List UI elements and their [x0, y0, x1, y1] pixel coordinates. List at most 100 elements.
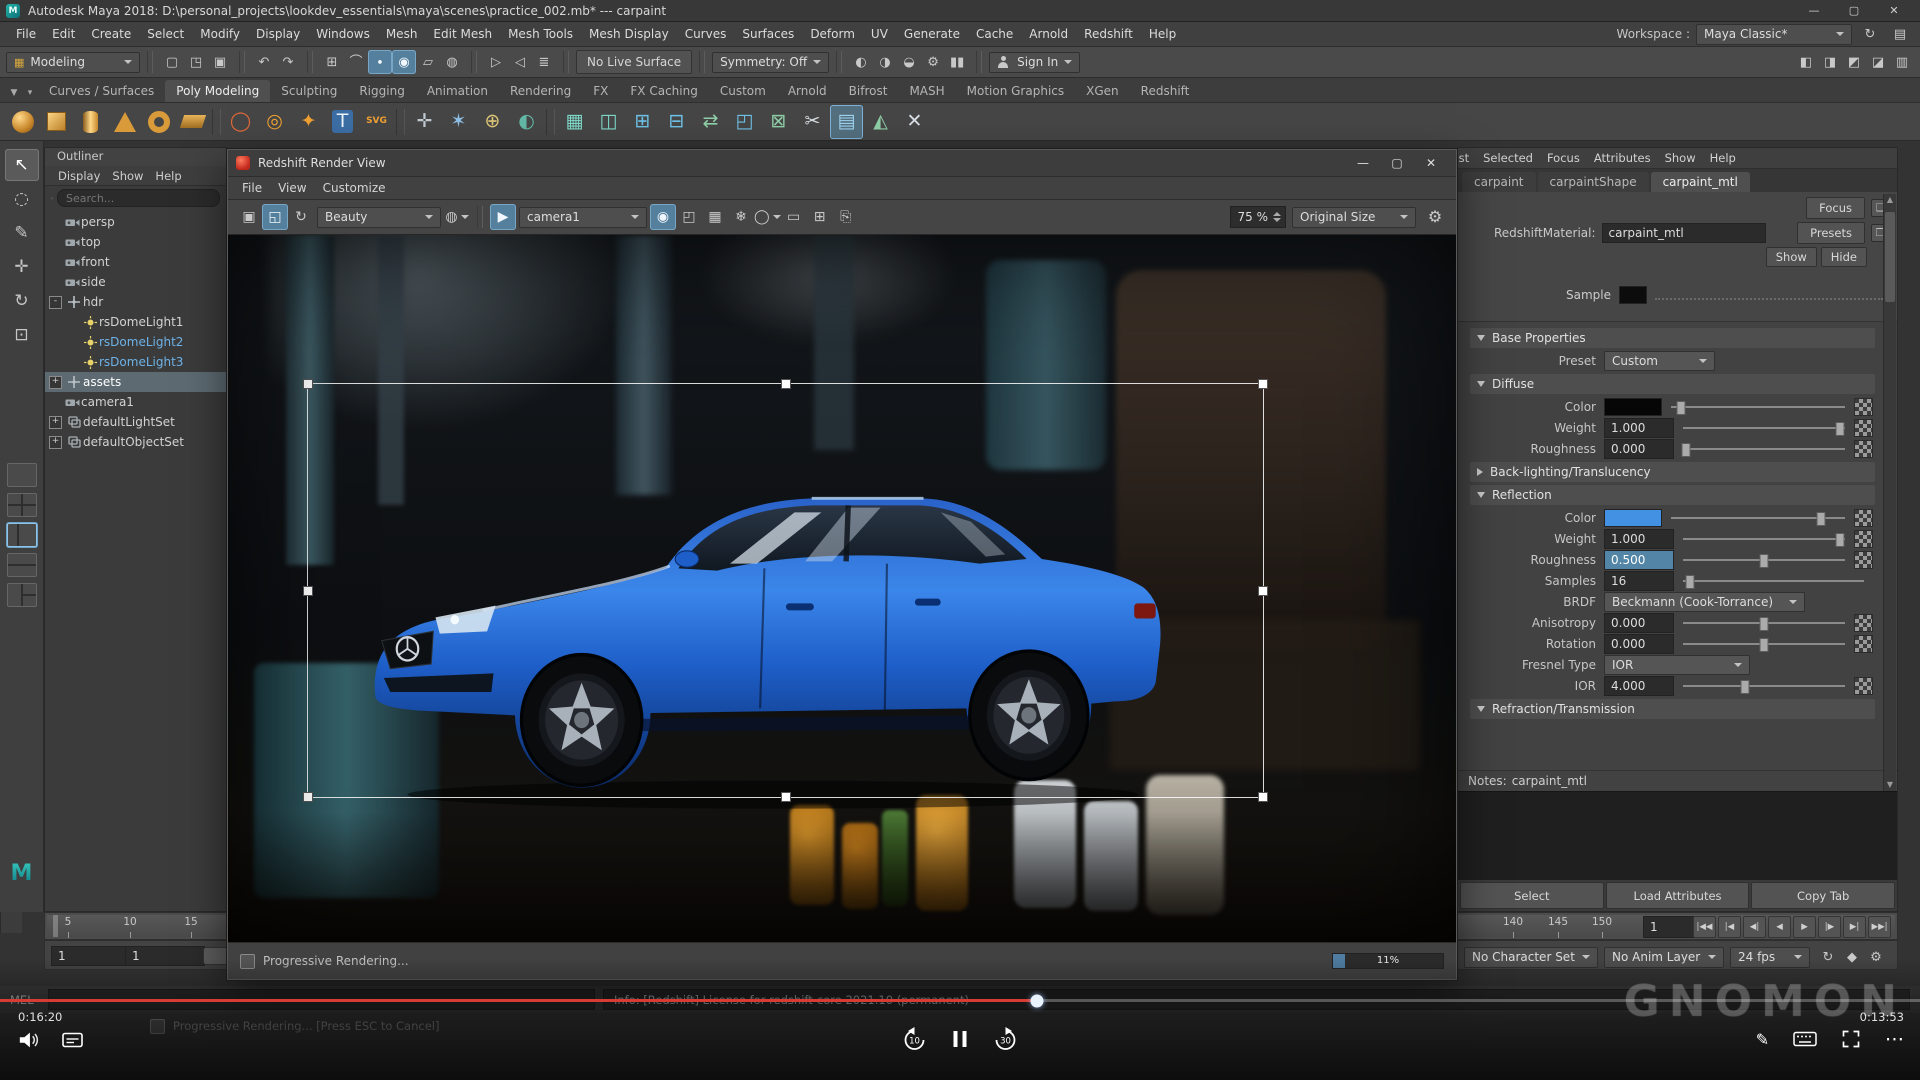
menu-modify[interactable]: Modify — [192, 24, 248, 44]
shelf-icon-sweep-mesh[interactable]: ◐ — [510, 105, 543, 139]
render-region-icon[interactable]: ◰ — [676, 204, 702, 230]
undo-icon[interactable]: ↶ — [252, 50, 276, 74]
shelf-tab-custom[interactable]: Custom — [709, 80, 777, 102]
pause-icon[interactable] — [954, 1031, 967, 1047]
shelf-tab-poly-modeling[interactable]: Poly Modeling — [165, 80, 270, 102]
scrollbar-thumb[interactable] — [1885, 212, 1895, 302]
ae-tab-carpaint[interactable]: carpaint — [1462, 172, 1536, 192]
attr-dropdown-brdf[interactable]: Beckmann (Cook-Torrance) — [1604, 592, 1805, 612]
separator[interactable] — [239, 51, 245, 73]
toggle-tool-settings-icon[interactable]: ◪ — [1866, 50, 1890, 74]
shelf-icon-mirror-geometry[interactable]: ⇄ — [694, 105, 727, 139]
shelf-icon-poly-sphere[interactable] — [6, 105, 39, 139]
menu-curves[interactable]: Curves — [677, 24, 735, 44]
shelf-icon-axis-orient[interactable]: ⊕ — [476, 105, 509, 139]
ae-menu-selected[interactable]: Selected — [1476, 149, 1540, 167]
display-color-management-icon[interactable]: ◍ — [444, 204, 470, 230]
shelf-icon-poly-torus[interactable] — [142, 105, 175, 139]
shelf-icon-star-polygon[interactable]: ✦ — [292, 105, 325, 139]
layout-three-pane[interactable] — [7, 583, 37, 607]
menu-set-dropdown[interactable]: ▦ Modeling — [6, 52, 140, 73]
pause-viewport-icon[interactable]: ▮▮ — [945, 50, 969, 74]
render-settings-icon[interactable]: ⚙ — [921, 50, 945, 74]
attr-slider[interactable] — [1683, 421, 1845, 435]
camera-dropdown[interactable]: camera1 — [519, 207, 647, 228]
layout-single[interactable] — [7, 463, 37, 487]
shelf-tab-menu-icon[interactable]: ▾ — [22, 84, 38, 102]
outliner-item-rsdomelight3[interactable]: rsDomeLight3 — [45, 352, 226, 372]
menu-display[interactable]: Display — [248, 24, 308, 44]
expander-icon[interactable]: + — [49, 416, 62, 429]
save-scene-icon[interactable]: ▣ — [208, 50, 232, 74]
render-view-menu-customize[interactable]: Customize — [315, 179, 394, 197]
skip-back-10-icon[interactable]: 10 — [902, 1026, 928, 1052]
outliner-item-assets[interactable]: +assets — [45, 372, 226, 392]
slider-handle[interactable] — [1677, 401, 1686, 415]
shelf-tab-curves-surfaces[interactable]: Curves / Surfaces — [38, 80, 165, 102]
scroll-up-icon[interactable]: ▲ — [1884, 194, 1896, 206]
outliner-menu-help[interactable]: Help — [150, 167, 186, 185]
outliner-item-defaultobjectset[interactable]: +defaultObjectSet — [45, 432, 226, 452]
attr-value-field[interactable]: 0.000 — [1604, 439, 1674, 459]
sample-swatch[interactable] — [1619, 286, 1647, 304]
slider-handle[interactable] — [1682, 443, 1691, 457]
lasso-tool[interactable]: ◌ — [5, 183, 39, 215]
more-options-icon[interactable]: ⋯ — [1885, 1028, 1904, 1050]
focus-button[interactable]: Focus — [1806, 197, 1865, 219]
attribute-editor-scrollbar[interactable]: ▲ ▼ — [1883, 194, 1896, 791]
paint-select-tool[interactable]: ✎ — [5, 217, 39, 249]
sign-in-dropdown[interactable]: Sign In — [989, 52, 1080, 73]
slider-handle[interactable] — [1760, 638, 1769, 652]
select-tool[interactable]: ↖ — [5, 149, 39, 181]
scale-tool[interactable]: ⊡ — [5, 319, 39, 351]
shelf-icon-poly-plane[interactable] — [176, 105, 209, 139]
step-forward-frame-button[interactable]: ▶| — [1843, 916, 1866, 938]
render-view-menu-file[interactable]: File — [234, 179, 270, 197]
separator[interactable] — [699, 51, 705, 73]
go-to-start-button[interactable]: |◀◀ — [1693, 916, 1716, 938]
layout-persp-outliner[interactable] — [7, 523, 37, 547]
render-viewport[interactable] — [228, 235, 1456, 942]
texture-map-icon[interactable] — [1854, 635, 1873, 653]
outliner-item-defaultlightset[interactable]: +defaultLightSet — [45, 412, 226, 432]
slider-handle[interactable] — [1760, 554, 1769, 568]
render-view-titlebar[interactable]: Redshift Render View — ▢ ✕ — [228, 150, 1456, 177]
menu-windows[interactable]: Windows — [308, 24, 378, 44]
section-back-lighting-translucency[interactable]: Back-lighting/Translucency — [1470, 462, 1875, 482]
copy-tab-button[interactable]: Copy Tab — [1751, 882, 1895, 909]
close-button[interactable]: ✕ — [1414, 151, 1448, 175]
shelf-icon-poly-cone[interactable] — [108, 105, 141, 139]
background-color-icon[interactable]: ◯ — [754, 204, 781, 230]
snap-to-grid-icon[interactable]: ⊞ — [320, 50, 344, 74]
shelf-icon-nurbs-square[interactable]: ◎ — [258, 105, 291, 139]
menu-mesh-display[interactable]: Mesh Display — [581, 24, 677, 44]
open-render-view-icon[interactable]: ◐ — [849, 50, 873, 74]
annotate-pencil-icon[interactable]: ✎ — [1756, 1030, 1769, 1049]
shelf-icon-center-pivot[interactable]: ✛ — [408, 105, 441, 139]
texture-map-icon[interactable] — [1854, 530, 1873, 548]
separator[interactable] — [976, 51, 982, 73]
expander-icon[interactable]: + — [49, 376, 62, 389]
snapshot-compare-icon[interactable]: ⊞ — [807, 204, 833, 230]
shelf-menu-icon[interactable]: ▼ — [6, 84, 22, 102]
workspace-dropdown[interactable]: Maya Classic* — [1696, 24, 1852, 45]
shelf-icon-type-tool[interactable]: T — [326, 105, 359, 139]
keyboard-shortcuts-icon[interactable] — [1793, 1031, 1817, 1047]
shelf-icon-svg-tool[interactable]: SVG — [360, 105, 393, 139]
expander-icon[interactable]: + — [49, 436, 62, 449]
slider-handle[interactable] — [1816, 512, 1825, 526]
attr-value-field[interactable]: 1.000 — [1604, 529, 1674, 549]
shelf-tab-animation[interactable]: Animation — [416, 80, 499, 102]
attr-slider[interactable] — [1671, 511, 1845, 525]
new-scene-icon[interactable]: ▢ — [160, 50, 184, 74]
scroll-down-icon[interactable]: ▼ — [1884, 779, 1896, 791]
color-swatch[interactable] — [1604, 509, 1662, 527]
menu-select[interactable]: Select — [139, 24, 192, 44]
start-ipr-icon[interactable]: ◉ — [650, 204, 676, 230]
snap-to-projected-center-icon[interactable]: ◉ — [392, 50, 416, 74]
shelf-icon-poly-cube[interactable] — [40, 105, 73, 139]
attr-dropdown-preset[interactable]: Custom — [1604, 351, 1715, 371]
shelf-icon-bridge[interactable]: ⊠ — [762, 105, 795, 139]
shelf-tab-fx[interactable]: FX — [582, 80, 619, 102]
attr-slider[interactable] — [1683, 574, 1864, 588]
